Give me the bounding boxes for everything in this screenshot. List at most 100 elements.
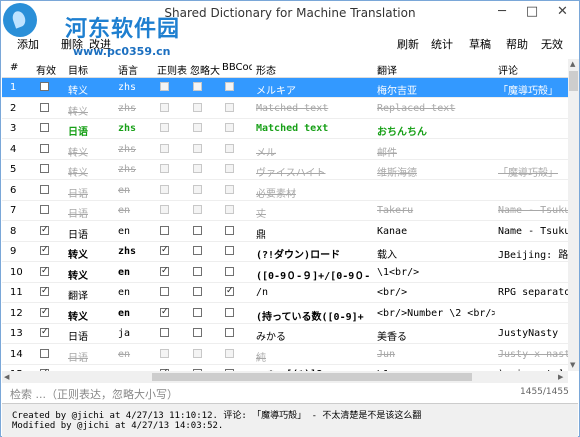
valid-checkbox[interactable] bbox=[40, 184, 49, 194]
col-header-language[interactable]: 语言 bbox=[118, 62, 154, 77]
bbcode-checkbox[interactable] bbox=[225, 348, 234, 358]
ignore-case-checkbox[interactable] bbox=[193, 164, 202, 173]
col-header-valid[interactable]: 有效 bbox=[36, 62, 64, 77]
bbcode-checkbox[interactable] bbox=[225, 246, 234, 255]
col-header-translation[interactable]: 翻译 bbox=[377, 62, 487, 77]
valid-checkbox[interactable] bbox=[40, 123, 49, 132]
ignore-case-checkbox[interactable] bbox=[193, 266, 202, 276]
regex-checkbox[interactable] bbox=[160, 102, 169, 112]
scroll-right-icon[interactable]: ▶ bbox=[558, 373, 563, 381]
valid-checkbox[interactable] bbox=[40, 348, 49, 358]
ignore-case-checkbox[interactable] bbox=[193, 246, 202, 255]
regex-checkbox[interactable]: ✓ bbox=[160, 307, 169, 317]
ignore-case-checkbox[interactable] bbox=[193, 102, 202, 112]
bbcode-checkbox[interactable] bbox=[225, 205, 234, 214]
table-row[interactable]: 7 日语 en 丈 Takeru Name - Tsukumo bbox=[2, 201, 568, 221]
valid-checkbox[interactable] bbox=[40, 164, 49, 173]
col-header-number[interactable]: # bbox=[10, 62, 30, 73]
col-header-form[interactable]: 形态 bbox=[256, 62, 366, 77]
scroll-up-icon[interactable]: ▲ bbox=[570, 60, 575, 68]
regex-checkbox[interactable] bbox=[160, 82, 169, 91]
table-row[interactable]: 9 ✓ 转义 zhs ✓ (?!ダウン)ロード 载入 JBeijing: 路径 bbox=[2, 242, 568, 262]
col-header-bbcode[interactable]: BBCod bbox=[222, 62, 252, 73]
col-header-comment[interactable]: 评论 bbox=[498, 62, 568, 77]
bbcode-checkbox[interactable] bbox=[225, 225, 234, 235]
ignore-case-checkbox[interactable] bbox=[193, 225, 202, 235]
help-button[interactable]: 帮助 bbox=[506, 36, 528, 52]
close-button[interactable]: ✕ bbox=[547, 1, 578, 23]
col-header-regex[interactable]: 正则表 bbox=[157, 62, 187, 77]
bbcode-checkbox[interactable] bbox=[225, 307, 234, 317]
valid-checkbox[interactable]: ✓ bbox=[40, 225, 49, 235]
valid-checkbox[interactable]: ✓ bbox=[40, 328, 49, 337]
vertical-scroll-thumb[interactable] bbox=[569, 71, 578, 91]
table-row[interactable]: 12 ✓ 转义 en ✓ (持っている数([0-9]+ <br/>Number \2 <br… bbox=[2, 304, 568, 324]
refresh-button[interactable]: 刷新 bbox=[397, 36, 419, 52]
regex-checkbox[interactable]: ✓ bbox=[160, 266, 169, 276]
regex-checkbox[interactable] bbox=[160, 328, 169, 337]
valid-checkbox[interactable]: ✓ bbox=[40, 266, 49, 276]
valid-checkbox[interactable]: ✓ bbox=[40, 246, 49, 255]
regex-checkbox[interactable] bbox=[160, 287, 169, 296]
scroll-left-icon[interactable]: ◀ bbox=[4, 373, 9, 381]
table-row[interactable]: 10 ✓ 转义 en ✓ ([0-9０-９]+/[0-9０- \1<br/> bbox=[2, 263, 568, 283]
ignore-case-checkbox[interactable] bbox=[193, 348, 202, 358]
table-row[interactable]: 2 转义 zhs Matched text Replaced text bbox=[2, 99, 568, 119]
stats-button[interactable]: 统计 bbox=[431, 36, 453, 52]
ignore-case-checkbox[interactable] bbox=[193, 143, 202, 153]
regex-checkbox[interactable] bbox=[160, 123, 169, 132]
ignore-case-checkbox[interactable] bbox=[193, 184, 202, 194]
add-button[interactable]: 添加 bbox=[17, 36, 39, 52]
bbcode-checkbox[interactable]: ✓ bbox=[225, 287, 234, 296]
valid-checkbox[interactable] bbox=[40, 143, 49, 153]
ignore-case-checkbox[interactable] bbox=[193, 307, 202, 317]
table-row[interactable]: 8 ✓ 日语 en 鼎 Kanae Name - Tsukumo bbox=[2, 222, 568, 242]
table-row[interactable]: 5 转义 zhs ヴァイスハイト 维斯海德 「魔導巧殻」 bbox=[2, 160, 568, 180]
ignore-case-checkbox[interactable] bbox=[193, 123, 202, 132]
horizontal-scrollbar[interactable]: ◀ ▶ bbox=[2, 371, 568, 383]
draft-button[interactable]: 草稿 bbox=[469, 36, 491, 52]
search-input[interactable]: 检索 ...（正则表达，忽略大小写） bbox=[10, 386, 178, 402]
regex-checkbox[interactable] bbox=[160, 225, 169, 235]
valid-checkbox[interactable] bbox=[40, 102, 49, 112]
bbcode-checkbox[interactable] bbox=[225, 102, 234, 112]
regex-checkbox[interactable] bbox=[160, 164, 169, 173]
bbcode-checkbox[interactable] bbox=[225, 82, 234, 91]
regex-checkbox[interactable] bbox=[160, 143, 169, 153]
ignore-case-checkbox[interactable] bbox=[193, 328, 202, 337]
ignore-case-checkbox[interactable] bbox=[193, 82, 202, 91]
bbcode-checkbox[interactable] bbox=[225, 184, 234, 194]
valid-checkbox[interactable]: ✓ bbox=[40, 287, 49, 296]
improve-button[interactable]: 改进 bbox=[89, 36, 111, 52]
regex-checkbox[interactable] bbox=[160, 205, 169, 214]
table-row[interactable]: 13 ✓ 日语 ja みかる 美香る JustyNasty bbox=[2, 324, 568, 344]
table-row[interactable]: 14 日语 en 純 Jun Justy x nasty bbox=[2, 345, 568, 365]
scroll-down-icon[interactable]: ▼ bbox=[570, 361, 575, 369]
maximize-button[interactable]: □ bbox=[517, 1, 547, 23]
col-header-target[interactable]: 目标 bbox=[68, 62, 114, 77]
table-row[interactable]: 1 转义 zhs メルキア 梅尔吉亚 「魔導巧殻」 bbox=[2, 78, 568, 98]
valid-checkbox[interactable] bbox=[40, 205, 49, 214]
ignore-case-checkbox[interactable] bbox=[193, 205, 202, 214]
vertical-scrollbar[interactable]: ▲ ▼ bbox=[568, 59, 579, 371]
ignore-case-checkbox[interactable] bbox=[193, 287, 202, 296]
bbcode-checkbox[interactable] bbox=[225, 164, 234, 173]
table-row[interactable]: 4 转义 zhs メル 邮件 bbox=[2, 140, 568, 160]
bbcode-checkbox[interactable] bbox=[225, 266, 234, 276]
delete-button[interactable]: 删除 bbox=[61, 36, 83, 52]
table-row[interactable]: 6 日语 en 必要素材 bbox=[2, 181, 568, 201]
valid-checkbox[interactable]: ✓ bbox=[40, 307, 49, 317]
invalid-button[interactable]: 无效 bbox=[541, 36, 563, 52]
regex-checkbox[interactable]: ✓ bbox=[160, 246, 169, 255]
valid-checkbox[interactable] bbox=[40, 82, 49, 91]
regex-checkbox[interactable] bbox=[160, 184, 169, 194]
horizontal-scroll-thumb[interactable] bbox=[152, 373, 472, 381]
bbcode-checkbox[interactable] bbox=[225, 123, 234, 132]
table-row[interactable]: 3 日语 zhs Matched text おちんちん bbox=[2, 119, 568, 139]
regex-checkbox[interactable] bbox=[160, 348, 169, 358]
bbcode-checkbox[interactable] bbox=[225, 143, 234, 153]
table-row[interactable]: 11 ✓ 翻译 en ✓ /n <br/> RPG separator bbox=[2, 283, 568, 303]
col-header-ignore-case[interactable]: 忽略大 bbox=[190, 62, 220, 77]
bbcode-checkbox[interactable] bbox=[225, 328, 234, 337]
minimize-button[interactable]: ─ bbox=[487, 1, 517, 23]
